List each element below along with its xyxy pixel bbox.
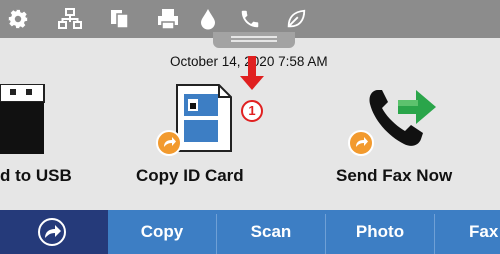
tile-copy-id-card-label: Copy ID Card — [136, 166, 244, 185]
nav-scan[interactable]: Scan — [217, 210, 325, 254]
nav-fax[interactable]: Fax — [469, 210, 500, 254]
usb-drive-icon — [0, 84, 45, 154]
network-icon[interactable] — [58, 7, 82, 31]
nav-copy[interactable]: Copy — [108, 210, 216, 254]
status-pull-down-handle[interactable] — [213, 32, 295, 48]
nav-divider — [434, 214, 435, 254]
leaf-icon[interactable] — [284, 7, 308, 31]
printer-icon[interactable] — [156, 7, 180, 31]
tile-send-fax-now-label: Send Fax Now — [336, 166, 453, 185]
ink-drop-icon[interactable] — [196, 7, 220, 31]
shortcut-badge-icon — [156, 130, 182, 156]
id-card-icon — [176, 84, 232, 152]
shortcut-arrow-icon — [38, 218, 66, 246]
gear-icon[interactable] — [6, 7, 30, 31]
shortcut-badge-icon — [348, 130, 374, 156]
tile-usb-label: d to USB — [0, 166, 72, 185]
phone-icon[interactable] — [238, 7, 262, 31]
home-shortcuts-button[interactable] — [0, 210, 108, 254]
nav-photo[interactable]: Photo — [326, 210, 434, 254]
copy-pages-icon[interactable] — [108, 7, 132, 31]
fax-phone-icon — [369, 90, 436, 146]
